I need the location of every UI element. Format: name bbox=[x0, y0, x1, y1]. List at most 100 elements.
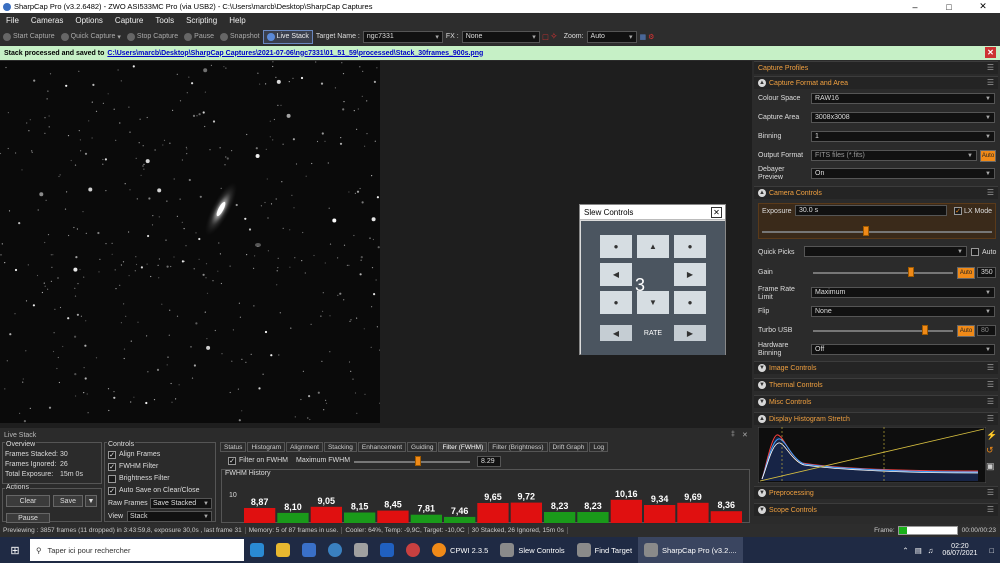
settings-icon[interactable]: ⚙ bbox=[648, 33, 654, 41]
taskbar-sharpcap[interactable]: SharpCap Pro (v3.2.... bbox=[638, 537, 743, 563]
hamburger-icon[interactable]: ☰ bbox=[987, 363, 994, 372]
chevron-down-icon[interactable]: ▾ bbox=[435, 33, 439, 41]
chevron-down-icon[interactable]: ▾ bbox=[532, 33, 536, 41]
histogram-graph[interactable] bbox=[758, 427, 986, 483]
section-preprocessing[interactable]: ▼ Preprocessing ☰ bbox=[754, 486, 998, 499]
rate-decrease-button[interactable]: ◀ bbox=[600, 325, 632, 341]
exposure-input[interactable]: 30.0 s bbox=[795, 205, 947, 216]
tab-guiding[interactable]: Guiding bbox=[407, 442, 438, 452]
tab-histogram[interactable]: Histogram bbox=[247, 442, 286, 452]
tab-drift-graph[interactable]: Drift Graph bbox=[548, 442, 589, 452]
gain-slider-thumb[interactable] bbox=[908, 267, 914, 277]
tab-alignment[interactable]: Alignment bbox=[286, 442, 323, 452]
gain-auto-button[interactable]: Auto bbox=[957, 267, 975, 279]
chevron-down-icon[interactable]: ▾ bbox=[117, 33, 121, 41]
slew-east-button[interactable]: ▶ bbox=[674, 263, 706, 286]
section-thermal-controls[interactable]: ▼ Thermal Controls ☰ bbox=[754, 378, 998, 391]
gain-slider-track[interactable] bbox=[813, 272, 953, 274]
save-options-dropdown[interactable]: ▼ bbox=[85, 495, 97, 507]
menu-capture[interactable]: Capture bbox=[109, 16, 149, 25]
close-button[interactable]: ✕ bbox=[966, 0, 1000, 13]
section-camera-controls[interactable]: ▲ Camera Controls ☰ bbox=[754, 186, 998, 199]
slew-nw-button[interactable]: ● bbox=[600, 235, 632, 258]
output-format-auto-button[interactable]: Auto bbox=[980, 150, 996, 162]
section-capture-profiles[interactable]: Capture Profiles ☰ bbox=[754, 61, 998, 74]
align-frames-checkbox[interactable]: ✓ bbox=[108, 451, 116, 459]
exposure-slider-track[interactable] bbox=[762, 231, 992, 233]
fwhm-filter-checkbox[interactable]: ✓ bbox=[108, 463, 116, 471]
tab-enhancement[interactable]: Enhancement bbox=[357, 442, 407, 452]
flip-select[interactable]: None ▼ bbox=[811, 306, 995, 317]
rate-increase-button[interactable]: ▶ bbox=[674, 325, 706, 341]
max-fwhm-slider-track[interactable] bbox=[354, 461, 470, 463]
section-misc-controls[interactable]: ▼ Misc Controls ☰ bbox=[754, 395, 998, 408]
hamburger-icon[interactable]: ☰ bbox=[987, 414, 994, 423]
slew-ne-button[interactable]: ● bbox=[674, 235, 706, 258]
slew-south-button[interactable]: ▼ bbox=[637, 291, 669, 314]
menu-cameras[interactable]: Cameras bbox=[25, 16, 69, 25]
lx-mode-checkbox[interactable]: ✓ bbox=[954, 207, 962, 215]
section-scope-controls[interactable]: ▼ Scope Controls ☰ bbox=[754, 503, 998, 516]
frame-rate-select[interactable]: Maximum ▼ bbox=[811, 287, 995, 298]
taskbar-app-blue[interactable] bbox=[374, 537, 400, 563]
slew-north-button[interactable]: ▲ bbox=[637, 235, 669, 258]
slew-sw-button[interactable]: ● bbox=[600, 291, 632, 314]
quick-picks-auto-checkbox[interactable] bbox=[971, 248, 979, 256]
hamburger-icon[interactable]: ☰ bbox=[987, 380, 994, 389]
raw-frames-select[interactable]: Save Stacked ▼ bbox=[150, 498, 212, 509]
save-button[interactable]: Save bbox=[53, 495, 83, 507]
turbo-usb-slider-track[interactable] bbox=[813, 330, 953, 332]
brightness-filter-checkbox[interactable] bbox=[108, 475, 116, 483]
chevron-down-icon[interactable]: ▾ bbox=[629, 33, 633, 41]
crosshair-icon[interactable]: ✧ bbox=[550, 31, 558, 42]
stacked-image-canvas[interactable] bbox=[0, 61, 380, 423]
view-select[interactable]: Stack ▼ bbox=[127, 511, 212, 522]
fx-select[interactable]: None ▾ bbox=[461, 30, 540, 43]
slew-se-button[interactable]: ● bbox=[674, 291, 706, 314]
auto-save-checkbox[interactable]: ✓ bbox=[108, 487, 116, 495]
hamburger-icon[interactable]: ☰ bbox=[987, 63, 994, 72]
tab-stacking[interactable]: Stacking bbox=[323, 442, 357, 452]
tab-log[interactable]: Log bbox=[589, 442, 609, 452]
zoom-select[interactable]: Auto ▾ bbox=[586, 30, 637, 43]
section-image-controls[interactable]: ▼ Image Controls ☰ bbox=[754, 361, 998, 374]
exposure-slider-thumb[interactable] bbox=[862, 226, 869, 236]
taskbar-find-target[interactable]: Find Target bbox=[571, 537, 638, 563]
turbo-usb-auto-button[interactable]: Auto bbox=[957, 325, 975, 337]
menu-tools[interactable]: Tools bbox=[149, 16, 180, 25]
max-fwhm-slider-thumb[interactable] bbox=[414, 456, 421, 466]
taskbar-search-box[interactable]: ⚲ Taper ici pour rechercher bbox=[30, 539, 244, 561]
close-icon[interactable]: ✕ bbox=[742, 431, 748, 439]
zoom-fit-icon[interactable]: ▦ bbox=[640, 33, 647, 41]
turbo-usb-slider-thumb[interactable] bbox=[922, 325, 928, 335]
quick-capture-button[interactable]: Quick Capture ▾ bbox=[58, 32, 124, 41]
taskbar-app-c[interactable] bbox=[322, 537, 348, 563]
clear-button[interactable]: Clear bbox=[6, 495, 50, 507]
menu-help[interactable]: Help bbox=[223, 16, 251, 25]
hamburger-icon[interactable]: ☰ bbox=[987, 78, 994, 87]
binning-select[interactable]: 1 ▼ bbox=[811, 131, 995, 142]
live-stack-button[interactable]: Live Stack bbox=[262, 29, 313, 44]
taskbar-clock[interactable]: 02:20 06/07/2021 bbox=[936, 543, 983, 557]
menu-options[interactable]: Options bbox=[69, 16, 109, 25]
taskbar-edge[interactable] bbox=[244, 537, 270, 563]
taskbar-store[interactable] bbox=[296, 537, 322, 563]
taskbar-app-mail[interactable] bbox=[348, 537, 374, 563]
hamburger-icon[interactable]: ☰ bbox=[987, 397, 994, 406]
maximize-button[interactable]: □ bbox=[932, 0, 966, 13]
quick-picks-select[interactable]: ▼ bbox=[804, 246, 967, 257]
stop-capture-button[interactable]: Stop Capture bbox=[124, 32, 181, 41]
chevron-up-icon[interactable]: ⌃ bbox=[899, 546, 911, 555]
minimize-button[interactable]: – bbox=[898, 0, 932, 13]
pause-stack-button[interactable]: Pause bbox=[6, 513, 50, 523]
taskbar-cpwi[interactable]: CPWI 2.3.5 bbox=[426, 537, 494, 563]
network-icon[interactable]: ▤ bbox=[912, 546, 925, 555]
target-name-input[interactable]: ngc7331 ▾ bbox=[362, 30, 443, 43]
tab-filter-fwhm[interactable]: Filter (FWHM) bbox=[438, 442, 488, 452]
tab-status[interactable]: Status bbox=[220, 442, 247, 452]
reset-icon[interactable]: ↺ bbox=[986, 445, 994, 456]
snapshot-button[interactable]: Snapshot bbox=[217, 32, 263, 41]
debayer-select[interactable]: On ▼ bbox=[811, 168, 995, 179]
section-histogram-stretch[interactable]: ▲ Display Histogram Stretch ☰ bbox=[754, 412, 998, 425]
section-capture-format[interactable]: ▲ Capture Format and Area ☰ bbox=[754, 76, 998, 89]
